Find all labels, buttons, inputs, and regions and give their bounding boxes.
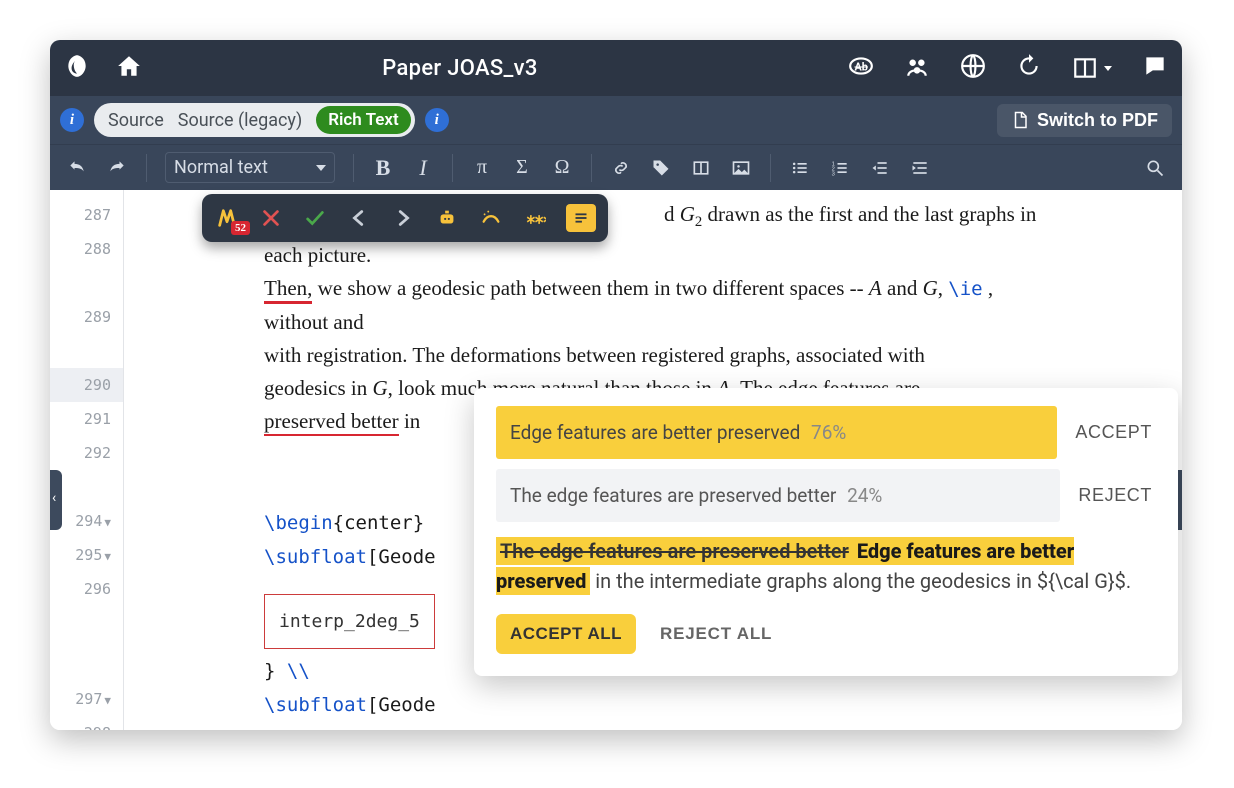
- text-line: \subfloat[Geode: [264, 688, 1162, 722]
- tag-button[interactable]: [644, 151, 678, 185]
- suggestion-confidence: 76%: [811, 421, 846, 444]
- mode-source-legacy[interactable]: Source (legacy): [178, 110, 302, 131]
- image-button[interactable]: [724, 151, 758, 185]
- suggestion-option[interactable]: The edge features are preserved better 2…: [496, 469, 1060, 522]
- fold-icon[interactable]: ▼: [104, 516, 111, 529]
- suggestion-text: The edge features are preserved better: [510, 484, 836, 507]
- reject-button[interactable]: REJECT: [1076, 481, 1154, 510]
- preview-context: in the intermediate graphs along the geo…: [590, 569, 1131, 593]
- line-number: 297▼: [50, 682, 123, 716]
- paraphrase-icon[interactable]: [478, 205, 504, 231]
- italic-button[interactable]: I: [406, 151, 440, 185]
- accept-icon[interactable]: [302, 205, 328, 231]
- omega-symbol-button[interactable]: Ω: [545, 151, 579, 185]
- line-gutter: 287 288 289 290 291 292 294▼ 295▼ 296 29…: [50, 190, 124, 730]
- text-line: Then, we show a geodesic path between th…: [264, 272, 1162, 306]
- numbered-list-button[interactable]: 123: [823, 151, 857, 185]
- overleaf-logo-icon[interactable]: [64, 53, 90, 83]
- undo-button[interactable]: [60, 151, 94, 185]
- writefull-logo-icon[interactable]: Ab: [848, 53, 874, 83]
- paragraph-style-label: Normal text: [174, 157, 268, 178]
- file-pdf-icon: [1011, 111, 1029, 129]
- writefull-logo-icon[interactable]: 52: [214, 205, 240, 231]
- layout-icon[interactable]: [1072, 55, 1112, 81]
- chat-icon[interactable]: [1142, 53, 1168, 83]
- collapse-left-panel[interactable]: [50, 470, 62, 530]
- fold-icon[interactable]: ▼: [104, 550, 111, 563]
- share-icon[interactable]: [904, 53, 930, 83]
- suggestion-popup: Edge features are better preserved 76% A…: [474, 388, 1178, 676]
- mode-source[interactable]: Source: [108, 110, 164, 131]
- writefull-toolbar: 52 ⁎⁎⁎: [202, 194, 608, 242]
- svg-text:⁎⁎⁎: ⁎⁎⁎: [527, 208, 546, 227]
- suggestion-text: Edge features are better preserved: [510, 421, 800, 444]
- prev-icon[interactable]: [346, 205, 372, 231]
- editor: 287 288 289 290 291 292 294▼ 295▼ 296 29…: [50, 190, 1182, 730]
- cite-button[interactable]: [684, 151, 718, 185]
- robot-icon[interactable]: [434, 205, 460, 231]
- switch-to-pdf-button[interactable]: Switch to PDF: [997, 104, 1172, 137]
- indent-button[interactable]: [903, 151, 937, 185]
- bold-button[interactable]: B: [366, 151, 400, 185]
- text-line: without and: [264, 306, 1162, 339]
- info-icon[interactable]: i: [425, 108, 449, 132]
- document-content[interactable]: 52 ⁎⁎⁎ d G2 drawn as the first and the l…: [124, 190, 1182, 730]
- preview-original: The edge features are preserved better: [496, 537, 853, 565]
- accept-button[interactable]: ACCEPT: [1073, 418, 1154, 447]
- error-frame: interp_2deg_5: [264, 594, 435, 649]
- editor-mode-switch: Source Source (legacy) Rich Text: [94, 103, 415, 137]
- accept-all-button[interactable]: ACCEPT ALL: [496, 614, 636, 654]
- fold-icon[interactable]: ▼: [104, 694, 111, 707]
- switch-to-pdf-label: Switch to PDF: [1037, 110, 1158, 131]
- svg-text:3: 3: [832, 171, 835, 177]
- chevron-down-icon: [316, 165, 326, 171]
- line-number: 288: [50, 232, 123, 300]
- text-fragment: }: [264, 660, 287, 682]
- line-number: 289: [50, 300, 123, 368]
- pi-symbol-button[interactable]: π: [465, 151, 499, 185]
- outdent-button[interactable]: [863, 151, 897, 185]
- line-number: 287: [50, 198, 123, 232]
- bullet-list-button[interactable]: [783, 151, 817, 185]
- search-button[interactable]: [1138, 151, 1172, 185]
- text-line: with registration. The deformations betw…: [264, 339, 1162, 372]
- more-icon[interactable]: ⁎⁎⁎: [522, 205, 548, 231]
- info-icon[interactable]: i: [60, 108, 84, 132]
- next-icon[interactable]: [390, 205, 416, 231]
- reject-all-button[interactable]: REJECT ALL: [660, 624, 772, 644]
- topbar: Paper JOAS_v3 Ab: [50, 40, 1182, 96]
- suggestion-preview: The edge features are preserved betterEd…: [496, 536, 1154, 596]
- chevron-down-icon: [1104, 66, 1112, 71]
- sigma-symbol-button[interactable]: Σ: [505, 151, 539, 185]
- app-window: Paper JOAS_v3 Ab i: [50, 40, 1182, 730]
- mode-row: i Source Source (legacy) Rich Text i Swi…: [50, 96, 1182, 144]
- line-number: 290: [50, 368, 123, 402]
- svg-text:Ab: Ab: [855, 60, 868, 73]
- line-number: 295▼: [50, 538, 123, 572]
- mode-rich-text[interactable]: Rich Text: [316, 106, 411, 134]
- line-number: 292: [50, 436, 123, 470]
- link-button[interactable]: [604, 151, 638, 185]
- paragraph-style-dropdown[interactable]: Normal text: [165, 152, 335, 183]
- redo-button[interactable]: [100, 151, 134, 185]
- line-number: 298: [50, 716, 123, 730]
- suggestion-option[interactable]: Edge features are better preserved 76%: [496, 406, 1057, 459]
- publish-icon[interactable]: [960, 53, 986, 83]
- format-toolbar: Normal text B I π Σ Ω 123: [50, 144, 1182, 190]
- suggestion-confidence: 24%: [847, 484, 882, 507]
- text-line: each picture.: [264, 239, 1162, 272]
- suggestion-count-badge: 52: [231, 221, 250, 235]
- project-title: Paper JOAS_v3: [96, 56, 824, 81]
- line-number: 291: [50, 402, 123, 436]
- note-icon[interactable]: [566, 204, 596, 232]
- reject-icon[interactable]: [258, 205, 284, 231]
- line-number: 296: [50, 572, 123, 682]
- history-icon[interactable]: [1016, 53, 1042, 83]
- text-fragment: \\: [287, 660, 310, 682]
